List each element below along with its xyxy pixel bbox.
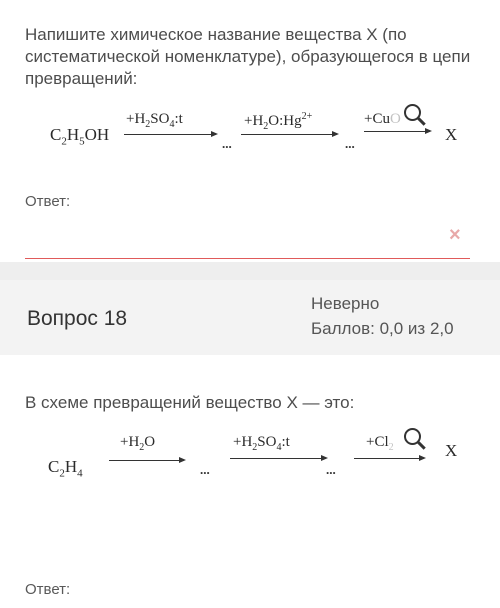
magnifier-icon[interactable] [404,104,421,121]
question-1-prompt: Напишите химическое название вещества X … [25,25,471,88]
arrow-1 [124,131,218,137]
arrow-2-2 [230,455,328,461]
intermediate-1: ... [222,136,232,151]
reagent-3: +CuO [364,111,401,127]
product-x-2: X [445,441,458,460]
close-icon[interactable]: × [449,224,461,247]
question-number: Вопрос 18 [27,307,128,330]
status-badge: Неверно [311,294,380,313]
intermediate-2-1: ... [200,462,210,477]
reagent-1: +H2SO4:t [126,111,183,130]
reagent-2: +H2O:Hg2+ [244,111,313,132]
magnifier-icon[interactable] [404,428,421,445]
product-x: X [445,125,458,144]
intermediate-2-2: ... [326,462,336,477]
answer-label-2: Ответ: [25,581,71,598]
question-card-1: Напишите химическое название вещества X … [0,0,500,262]
reagent-2-1: +H2O [120,434,156,453]
question-status: Неверно Баллов: 0,0 из 2,0 [311,291,454,341]
answer-input-1[interactable] [25,258,470,259]
reagent-2-3: +Cl2 [366,434,394,453]
arrow-2-1 [109,457,186,463]
answer-label-1: Ответ: [25,193,71,210]
start-compound: C2H5OH [50,125,110,148]
start-compound-2: C2H4 [48,457,83,480]
question-2-prompt: В схеме превращений вещество X — это: [25,393,355,412]
intermediate-2: ... [345,136,355,151]
arrow-3 [364,128,432,134]
arrow-2-3 [354,455,426,461]
reagent-2-2: +H2SO4:t [233,434,290,453]
arrow-2 [241,131,339,137]
score-text: Баллов: 0,0 из 2,0 [311,319,454,338]
